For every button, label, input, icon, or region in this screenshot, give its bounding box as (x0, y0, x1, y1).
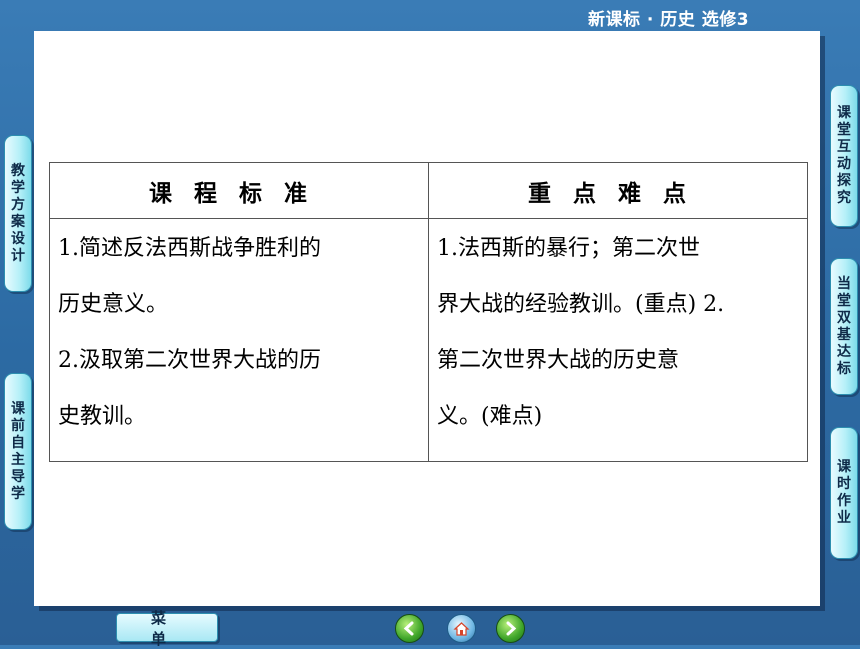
key-difficult-cell: 1.法西斯的暴行；第二次世 界大战的经验教训。(重点) 2. 第二次世界大战的历… (428, 218, 808, 462)
menu-label: 菜单 (151, 608, 201, 648)
forward-icon (506, 621, 517, 636)
tab-teaching-plan[interactable]: 教学方案设计 (4, 135, 32, 292)
key-line: 第二次世界大战的历史意 (437, 348, 680, 373)
menu-button[interactable]: 菜单 (116, 609, 218, 648)
table-header-row: 课程标准 重点难点 (49, 162, 808, 219)
key-line: 界大战的经验教训。(重点) 2. (437, 292, 725, 317)
tab-label: 课堂互动探究 (837, 105, 851, 206)
key-line: 义。(难点) (437, 404, 543, 429)
tab-pre-class-study[interactable]: 课前自主导学 (4, 373, 32, 530)
tab-label: 当堂双基达标 (837, 275, 851, 377)
tab-label: 课前自主导学 (11, 400, 25, 502)
tab-label: 教学方案设计 (11, 162, 25, 264)
standard-line: 2.汲取第二次世界大战的历 (58, 348, 321, 373)
standard-line: 1.简述反法西斯战争胜利的 (58, 236, 321, 261)
table-row: 1.简述反法西斯战争胜利的 历史意义。 2.汲取第二次世界大战的历 史教训。 1… (49, 218, 808, 462)
standard-line: 史教训。 (58, 404, 147, 429)
back-icon (403, 621, 414, 636)
tab-label: 课时作业 (837, 459, 851, 526)
tab-class-basics[interactable]: 当堂双基达标 (830, 258, 858, 395)
content-card: 课程标准 重点难点 1.简述反法西斯战争胜利的 历史意义。 2.汲取第二次世界大… (34, 31, 820, 606)
course-standard-header: 课程标准 (49, 162, 429, 219)
standard-line: 历史意义。 (58, 292, 169, 317)
home-icon (453, 622, 470, 636)
key-line: 1.法西斯的暴行；第二次世 (437, 236, 700, 261)
header-title: 新课标 · 历史 选修3 (588, 10, 750, 30)
home-button[interactable] (447, 614, 476, 643)
forward-button[interactable] (496, 614, 525, 643)
course-standard-cell: 1.简述反法西斯战争胜利的 历史意义。 2.汲取第二次世界大战的历 史教训。 (49, 218, 429, 462)
tab-class-interaction[interactable]: 课堂互动探究 (830, 85, 858, 227)
key-difficult-header: 重点难点 (428, 162, 808, 219)
back-button[interactable] (395, 614, 424, 643)
tab-homework[interactable]: 课时作业 (830, 427, 858, 559)
standards-table: 课程标准 重点难点 1.简述反法西斯战争胜利的 历史意义。 2.汲取第二次世界大… (49, 162, 808, 462)
